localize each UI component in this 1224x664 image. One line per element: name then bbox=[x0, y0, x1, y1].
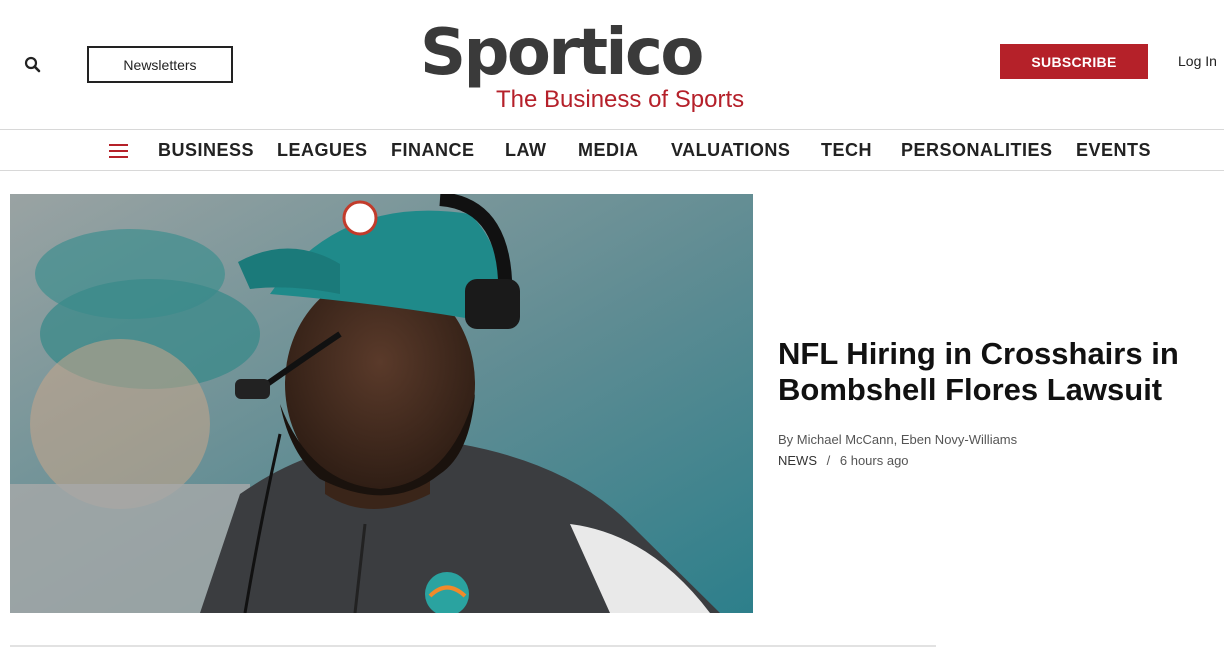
newsletters-button[interactable]: Newsletters bbox=[87, 46, 233, 83]
search-icon bbox=[24, 56, 41, 73]
nav-item-media[interactable]: MEDIA bbox=[578, 130, 639, 170]
nav-item-personalities[interactable]: PERSONALITIES bbox=[901, 130, 1053, 170]
nav-item-leagues[interactable]: LEAGUES bbox=[277, 130, 368, 170]
nav-item-tech[interactable]: TECH bbox=[821, 130, 872, 170]
search-button[interactable] bbox=[22, 54, 44, 76]
main-nav: BUSINESS LEAGUES FINANCE LAW MEDIA VALUA… bbox=[0, 129, 1224, 171]
logo-wordmark: Sportico bbox=[420, 16, 704, 90]
article-authors[interactable]: Michael McCann, Eben Novy-Williams bbox=[797, 432, 1017, 447]
logo-tagline: The Business of Sports bbox=[496, 86, 745, 113]
meta-separator: / bbox=[826, 453, 831, 468]
byline-prefix: By bbox=[778, 432, 794, 447]
article-hero-image[interactable] bbox=[10, 194, 753, 613]
hamburger-menu-icon[interactable] bbox=[109, 144, 128, 158]
section-divider bbox=[10, 645, 936, 647]
nav-item-valuations[interactable]: VALUATIONS bbox=[671, 130, 790, 170]
nav-item-events[interactable]: EVENTS bbox=[1076, 130, 1151, 170]
article-category[interactable]: NEWS bbox=[778, 453, 817, 468]
login-link[interactable]: Log In bbox=[1178, 53, 1217, 69]
subscribe-button[interactable]: SUBSCRIBE bbox=[1000, 44, 1148, 79]
hero-photo bbox=[10, 194, 753, 613]
site-header: Newsletters Sportico The Business of Spo… bbox=[0, 0, 1224, 130]
article-meta: NEWS / 6 hours ago bbox=[778, 453, 909, 468]
article-headline[interactable]: NFL Hiring in Crosshairs in Bombshell Fl… bbox=[778, 336, 1208, 408]
nav-item-law[interactable]: LAW bbox=[505, 130, 547, 170]
nav-item-business[interactable]: BUSINESS bbox=[158, 130, 254, 170]
article-timestamp: 6 hours ago bbox=[839, 453, 909, 468]
site-logo[interactable]: Sportico The Business of Sports bbox=[420, 14, 765, 118]
nav-item-finance[interactable]: FINANCE bbox=[391, 130, 475, 170]
article-byline: By Michael McCann, Eben Novy-Williams bbox=[778, 432, 1017, 447]
